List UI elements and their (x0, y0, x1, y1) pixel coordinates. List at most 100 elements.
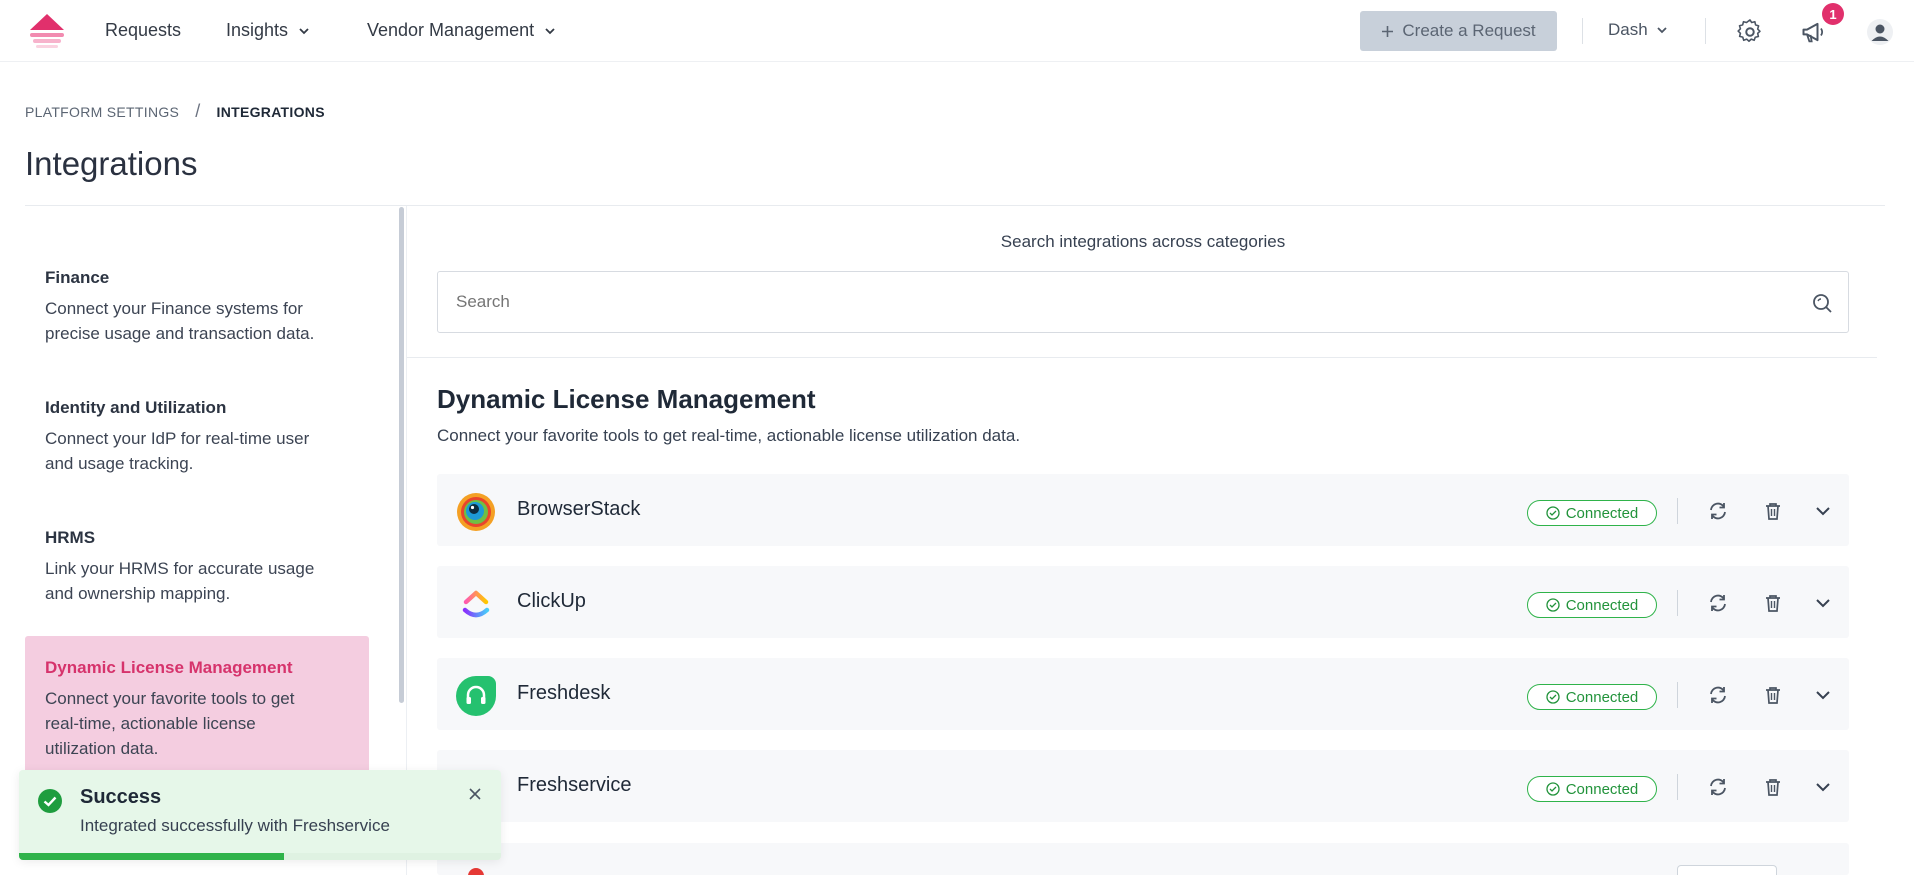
nav-vendor-management-label: Vendor Management (367, 20, 535, 40)
integration-row-freshdesk[interactable]: Freshdesk Connected (437, 658, 1849, 730)
create-request-button[interactable]: Create a Request (1360, 11, 1557, 51)
integration-name: Freshservice (517, 774, 632, 796)
category-dynamic-license-management[interactable]: Dynamic License Management Connect your … (25, 636, 369, 786)
search-icon[interactable] (1810, 291, 1834, 315)
divider (1677, 590, 1678, 616)
nav-insights-label: Insights (226, 20, 289, 40)
connect-button[interactable] (1677, 865, 1777, 875)
integration-logo (468, 868, 484, 875)
clickup-logo (462, 590, 490, 618)
create-request-label: Create a Request (1402, 21, 1536, 40)
section-desc: Connect your favorite tools to get real-… (437, 426, 1021, 445)
integration-name: ClickUp (517, 590, 586, 612)
category-title: Identity and Utilization (45, 398, 227, 417)
category-desc: Connect your Finance systems for precise… (45, 296, 349, 346)
freshdesk-logo (456, 676, 496, 716)
section-title: Dynamic License Management (437, 384, 816, 414)
status-badge: Connected (1527, 592, 1657, 618)
chevron-down-icon (1657, 27, 1667, 34)
sync-icon[interactable] (1707, 684, 1729, 706)
gear-icon[interactable] (1736, 18, 1764, 46)
app-logo[interactable] (26, 12, 68, 50)
category-desc-line: Connect your IdP for real-time user (45, 429, 310, 448)
category-identity-and-utilization[interactable]: Identity and Utilization Connect your Id… (25, 398, 369, 476)
status-badge: Connected (1527, 776, 1657, 802)
status-label: Connected (1565, 780, 1639, 798)
sidebar-scrollbar[interactable] (399, 207, 404, 703)
nav-requests[interactable]: Requests (105, 20, 181, 41)
check-circle-icon (1546, 782, 1560, 796)
category-desc-line: utilization data. (45, 739, 159, 758)
divider (1677, 682, 1678, 708)
search-input[interactable] (456, 292, 1756, 312)
category-desc-line: Connect your Finance systems for (45, 299, 303, 318)
user-menu[interactable]: Dash (1608, 20, 1668, 40)
top-navbar: Requests Insights Vendor Management Crea… (0, 0, 1914, 62)
trash-icon[interactable] (1762, 776, 1784, 798)
trash-icon[interactable] (1762, 592, 1784, 614)
megaphone-icon[interactable] (1800, 18, 1828, 46)
notification-badge: 1 (1822, 3, 1844, 25)
breadcrumb-platform-settings[interactable]: PLATFORM SETTINGS (25, 104, 179, 120)
trash-icon[interactable] (1762, 684, 1784, 706)
breadcrumb-integrations: INTEGRATIONS (216, 103, 325, 120)
chevron-down-icon[interactable] (1812, 684, 1834, 706)
check-circle-icon (38, 789, 62, 813)
integration-row-browserstack[interactable]: BrowserStack Connected (437, 474, 1849, 546)
sync-icon[interactable] (1707, 776, 1729, 798)
user-avatar-icon[interactable] (1866, 18, 1894, 46)
category-desc-line: Connect your favorite tools to get (45, 689, 295, 708)
category-desc-line: Link your HRMS for accurate usage (45, 559, 315, 578)
category-desc-line: and usage tracking. (45, 454, 194, 473)
category-desc: Connect your favorite tools to get real-… (45, 686, 349, 761)
sync-icon[interactable] (1707, 500, 1729, 522)
integration-row-partial[interactable] (437, 843, 1849, 875)
integration-name: BrowserStack (517, 498, 641, 520)
nav-requests-label: Requests (105, 20, 182, 40)
integration-row-freshservice[interactable]: Freshservice Connected (437, 750, 1849, 822)
category-title: Dynamic License Management (45, 658, 293, 677)
user-menu-label: Dash (1608, 20, 1648, 39)
divider (1677, 498, 1678, 524)
status-badge: Connected (1527, 500, 1657, 526)
trash-icon[interactable] (1762, 500, 1784, 522)
divider (1582, 18, 1583, 44)
chevron-down-icon[interactable] (1812, 776, 1834, 798)
category-desc: Link your HRMS for accurate usage and ow… (45, 556, 349, 606)
divider (407, 357, 1877, 358)
category-desc: Connect your IdP for real-time user and … (45, 426, 349, 476)
category-hrms[interactable]: HRMS Link your HRMS for accurate usage a… (25, 528, 369, 606)
status-label: Connected (1565, 688, 1639, 706)
close-icon[interactable] (465, 784, 485, 804)
category-finance[interactable]: Finance Connect your Finance systems for… (25, 268, 369, 346)
breadcrumb: PLATFORM SETTINGS / INTEGRATIONS (25, 101, 325, 122)
check-circle-icon (1546, 690, 1560, 704)
status-label: Connected (1565, 596, 1639, 614)
status-badge: Connected (1527, 684, 1657, 710)
chevron-down-icon[interactable] (1812, 592, 1834, 614)
category-desc-line: precise usage and transaction data. (45, 324, 315, 343)
page-title: Integrations (25, 145, 198, 182)
status-label: Connected (1565, 504, 1639, 522)
check-circle-icon (1546, 598, 1560, 612)
breadcrumb-separator: / (195, 101, 201, 121)
chevron-down-icon (545, 27, 555, 34)
nav-insights[interactable]: Insights (226, 20, 310, 41)
chevron-down-icon (299, 27, 309, 34)
plus-icon (1382, 25, 1394, 37)
toast-title: Success (80, 786, 162, 808)
category-title: HRMS (45, 528, 96, 547)
chevron-down-icon[interactable] (1812, 500, 1834, 522)
integration-name: Freshdesk (517, 682, 611, 704)
browserstack-logo (457, 493, 495, 531)
integration-row-clickup[interactable]: ClickUp Connected (437, 566, 1849, 638)
toast-message: Integrated successfully with Freshservic… (80, 816, 390, 835)
sync-icon[interactable] (1707, 592, 1729, 614)
nav-vendor-management[interactable]: Vendor Management (367, 20, 556, 41)
divider (1677, 774, 1678, 800)
check-circle-icon (1546, 506, 1560, 520)
category-desc-line: and ownership mapping. (45, 584, 231, 603)
search-box (437, 271, 1849, 333)
category-desc-line: real-time, actionable license (45, 714, 256, 733)
toast-progress-bar (19, 853, 285, 860)
